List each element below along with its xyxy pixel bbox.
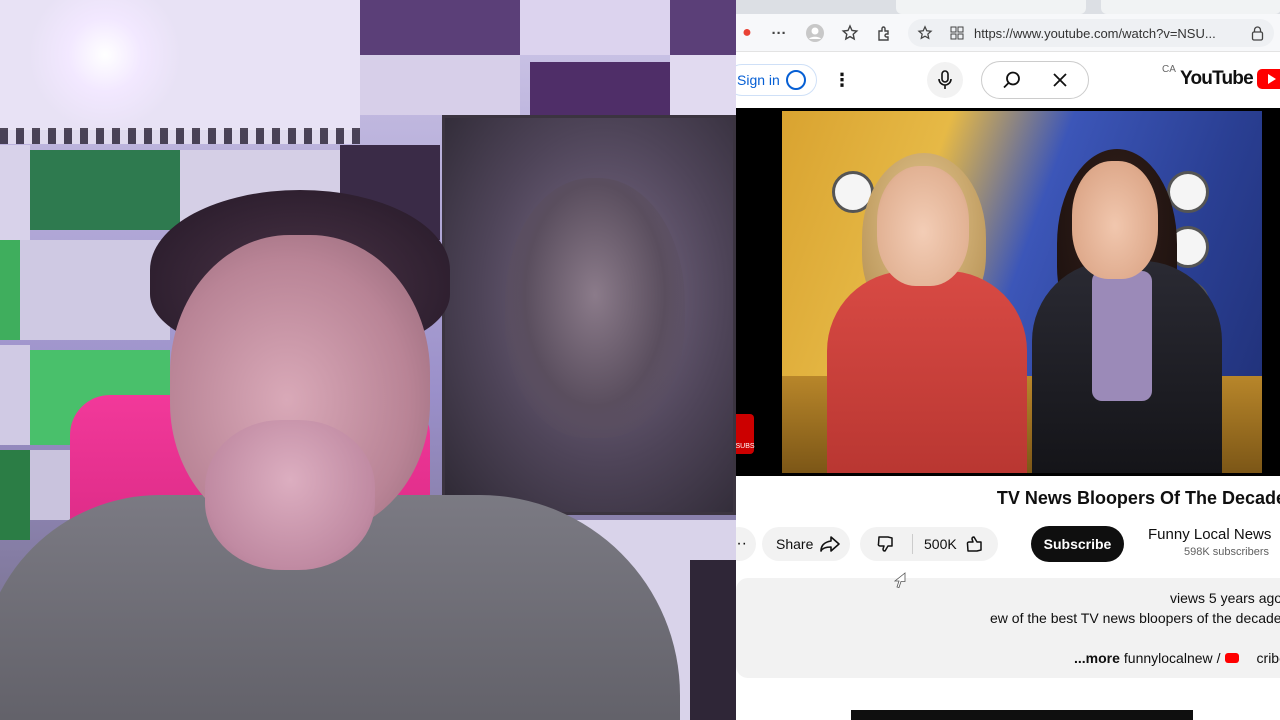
description-box[interactable]: views 5 years ago ew of the best TV news…	[736, 578, 1280, 678]
subscribe-prefix: cribe:	[1256, 650, 1280, 666]
share-button[interactable]: Share	[762, 527, 850, 561]
extension-icon[interactable]: ●	[736, 22, 758, 44]
search-button[interactable]	[994, 62, 1030, 98]
anchor-left-body	[827, 271, 1027, 473]
sign-in-button[interactable]: Sign in	[736, 64, 817, 96]
wall-tile	[690, 560, 736, 720]
wall-tile	[0, 450, 30, 540]
settings-more-button[interactable]: ⋮	[824, 62, 860, 98]
browser-tab[interactable]	[1101, 0, 1280, 14]
person-hand	[205, 420, 375, 570]
browser-tab[interactable]	[896, 0, 1086, 14]
browser-window: ● ··· https://www.youtube.com/watch?v=NS…	[736, 0, 1280, 720]
next-content-bar	[851, 710, 1193, 720]
channel-row: ··· Share 500K Subscribe Funny Local New…	[736, 522, 1280, 566]
video-title: TV News Bloopers Of The Decade	[996, 488, 1280, 508]
like-divider	[912, 534, 913, 554]
anchor-right-blouse	[1092, 271, 1152, 401]
share-label: Share	[776, 536, 814, 552]
toolbar-more-button[interactable]: ···	[768, 22, 790, 44]
checker-strip	[0, 128, 360, 144]
youtube-wordmark: YouTube	[1180, 68, 1254, 89]
like-button[interactable]: 500K	[920, 527, 998, 561]
wall-tile	[0, 145, 30, 240]
more-actions-button[interactable]: ···	[736, 527, 756, 561]
app-available-icon[interactable]	[948, 24, 966, 42]
voice-search-button[interactable]	[927, 62, 963, 98]
thumbs-up-icon	[966, 536, 982, 552]
sign-in-label: Sign in	[737, 72, 780, 88]
profile-icon[interactable]	[804, 22, 826, 44]
webcam-feed	[0, 0, 736, 720]
lock-icon[interactable]	[1248, 24, 1266, 42]
youtube-mini-icon	[1224, 653, 1239, 663]
youtube-play-icon	[1256, 69, 1280, 89]
wall-tile	[0, 240, 20, 340]
country-code: CA	[1162, 64, 1176, 75]
channel-name[interactable]: Funny Local News	[1148, 526, 1271, 543]
wall-tile	[20, 240, 170, 340]
microphone-icon	[938, 70, 952, 89]
thumbs-down-icon	[877, 536, 893, 552]
clear-search-button[interactable]	[1042, 62, 1078, 98]
video-player[interactable]: SUBS	[736, 108, 1280, 476]
like-count: 500K	[924, 536, 957, 552]
description-text: ew of the best TV news bloopers of the d…	[990, 610, 1280, 626]
search-icon	[1003, 71, 1020, 89]
extensions-puzzle-icon[interactable]	[873, 22, 895, 44]
share-icon	[820, 536, 841, 552]
anchor-left-face	[877, 166, 969, 286]
wall-tile	[360, 55, 520, 115]
lion-mane	[505, 178, 685, 438]
video-frame[interactable]	[782, 111, 1262, 473]
favorite-star-icon[interactable]	[916, 24, 934, 42]
wall-tile	[360, 0, 520, 55]
account-icon	[785, 70, 806, 90]
description-links: ...more funnylocalnew / cribe:	[1074, 650, 1280, 666]
views-and-date: views 5 years ago	[1170, 590, 1280, 606]
subscriber-count: 598K subscribers	[1184, 546, 1269, 558]
favorites-icon[interactable]	[839, 22, 861, 44]
wall-tile	[670, 0, 736, 55]
wall-tile	[520, 0, 670, 55]
show-more-link[interactable]: ...more	[1074, 650, 1120, 666]
mouse-cursor-icon	[894, 572, 906, 588]
subscribe-watermark[interactable]: SUBS	[736, 414, 755, 454]
address-url[interactable]: https://www.youtube.com/watch?v=NSU...	[974, 26, 1244, 41]
channel-handle-link[interactable]: funnylocalnew	[1124, 650, 1213, 666]
browser-toolbar: ● ··· https://www.youtube.com/watch?v=NS…	[736, 14, 1280, 52]
wall-tile	[30, 150, 180, 230]
wall-tile	[530, 62, 670, 117]
link-separator: /	[1216, 650, 1221, 666]
abc-logo	[1167, 171, 1209, 213]
lion-painting	[442, 115, 736, 515]
anchor-right-face	[1072, 161, 1158, 279]
wall-tile	[670, 55, 736, 115]
wall-tile	[0, 345, 30, 445]
tab-strip	[736, 0, 1280, 14]
subscribe-button[interactable]: Subscribe	[1031, 526, 1124, 562]
youtube-logo[interactable]: YouTube	[1180, 68, 1280, 90]
youtube-header: Sign in ⋮ CA YouTube	[736, 52, 1280, 108]
address-bar[interactable]: https://www.youtube.com/watch?v=NSU...	[908, 19, 1274, 47]
like-dislike-group: 500K	[860, 527, 998, 561]
dislike-button[interactable]	[860, 527, 912, 561]
close-icon	[1053, 73, 1067, 87]
